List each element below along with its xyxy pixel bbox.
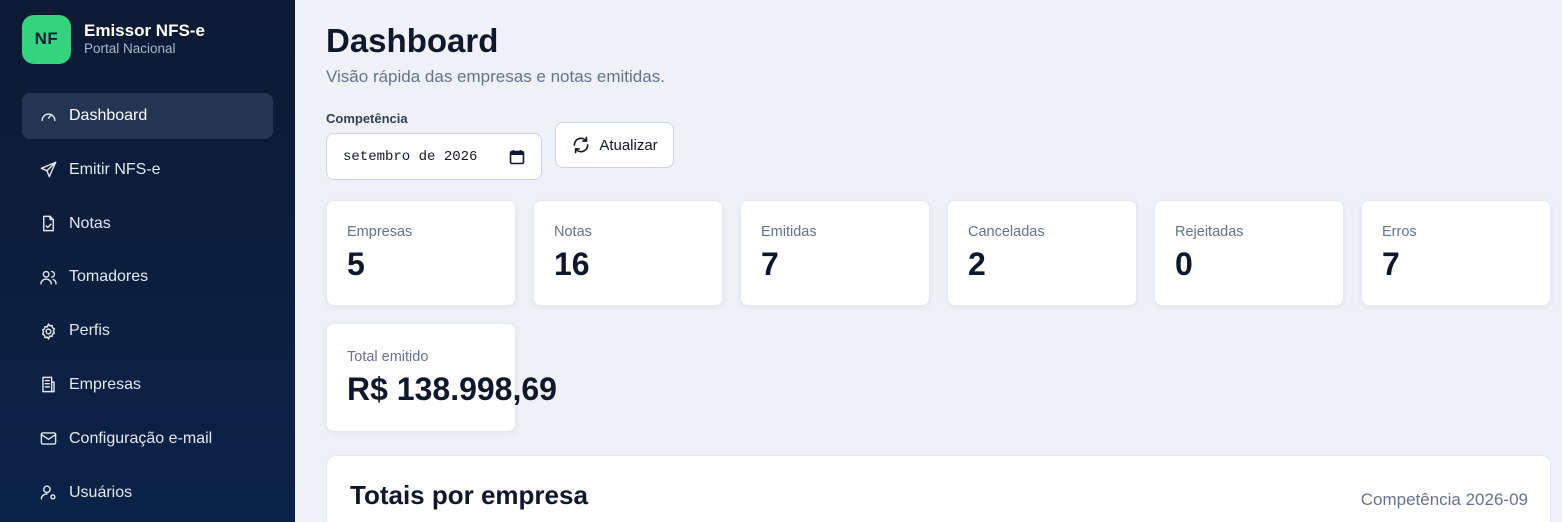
competencia-label: Competência <box>326 111 408 126</box>
page-title: Dashboard <box>326 22 499 59</box>
stat-label: Rejeitadas <box>1175 224 1244 240</box>
stat-label: Emitidas <box>761 224 817 240</box>
stat-card-emitidas: Emitidas 7 <box>740 200 930 306</box>
stat-value: 7 <box>761 246 779 282</box>
brand-logo: NF <box>22 14 71 64</box>
stat-label: Empresas <box>347 224 413 240</box>
stat-label: Notas <box>554 224 592 240</box>
sidebar-item-label: Usuários <box>69 483 133 501</box>
total-label: Total emitido <box>347 349 429 365</box>
stat-card-erros: Erros 7 <box>1361 200 1551 306</box>
stat-card-empresas: Empresas 5 <box>326 200 516 306</box>
mail-icon <box>38 429 58 449</box>
sidebar-item-tomadores[interactable]: Tomadores <box>22 254 273 300</box>
total-value: R$ 138.998,69 <box>347 371 557 407</box>
brand: NF Emissor NFS-e Portal Nacional <box>22 14 273 64</box>
sidebar-item-label: Dashboard <box>69 107 148 124</box>
sidebar-item-empresas[interactable]: Empresas <box>22 362 273 408</box>
sidebar-item-notas[interactable]: Notas <box>22 201 273 247</box>
sidebar-nav: Dashboard Emitir NFS-e Notas Tomadores P… <box>22 93 273 516</box>
calendar-icon[interactable] <box>509 149 525 165</box>
stat-label: Erros <box>1382 224 1417 240</box>
stat-card-rejeitadas: Rejeitadas 0 <box>1154 200 1344 306</box>
stat-label: Canceladas <box>968 224 1045 240</box>
sidebar-item-emitir[interactable]: Emitir NFS-e <box>22 147 273 193</box>
sidebar-item-usuarios[interactable]: Usuários <box>22 470 273 516</box>
stat-card-notas: Notas 16 <box>533 200 723 306</box>
stat-value: 7 <box>1382 246 1400 282</box>
sidebar-item-label: Perfis <box>69 322 110 340</box>
panel-title: Totais por empresa <box>350 480 588 510</box>
stat-value: 2 <box>968 246 986 282</box>
total-emitido-card: Total emitido R$ 138.998,69 <box>326 323 557 432</box>
sidebar-item-label: Empresas <box>69 375 142 393</box>
file-icon <box>38 214 58 234</box>
competencia-value: setembro de 2026 <box>343 148 478 165</box>
users-icon <box>38 267 58 287</box>
sidebar-item-label: Emitir NFS-e <box>69 160 161 178</box>
gauge-icon <box>38 106 58 126</box>
main-content: Dashboard Visão rápida das empresas e no… <box>295 0 1562 522</box>
refresh-button-label: Atualizar <box>599 136 658 154</box>
sidebar-item-config-email[interactable]: Configuração e-mail <box>22 416 273 462</box>
send-icon <box>38 160 58 180</box>
refresh-icon <box>573 136 589 154</box>
panel-competencia: Competência 2026-09 <box>1360 490 1528 509</box>
stat-value: 16 <box>554 246 590 282</box>
sidebar-item-label: Configuração e-mail <box>69 429 213 447</box>
sidebar-item-dashboard[interactable]: Dashboard <box>22 93 273 139</box>
totais-por-empresa-panel: Totais por empresa Competência 2026-09 <box>326 455 1551 522</box>
sidebar-item-label: Notas <box>69 214 111 232</box>
sidebar: NF Emissor NFS-e Portal Nacional Dashboa… <box>0 0 295 522</box>
brand-subtitle: Portal Nacional <box>84 41 176 56</box>
sidebar-item-label: Tomadores <box>69 268 149 286</box>
stat-value: 5 <box>347 246 365 282</box>
gear-icon <box>38 321 58 341</box>
building-icon <box>38 375 58 395</box>
sidebar-item-perfis[interactable]: Perfis <box>22 308 273 354</box>
refresh-button[interactable]: Atualizar <box>555 122 674 168</box>
competencia-month-input[interactable]: setembro de 2026 <box>326 133 542 180</box>
brand-title: Emissor NFS-e <box>84 21 205 40</box>
user-gear-icon <box>38 483 58 503</box>
stat-value: 0 <box>1175 246 1193 282</box>
stat-card-canceladas: Canceladas 2 <box>947 200 1137 306</box>
page-subtitle: Visão rápida das empresas e notas emitid… <box>326 67 665 86</box>
